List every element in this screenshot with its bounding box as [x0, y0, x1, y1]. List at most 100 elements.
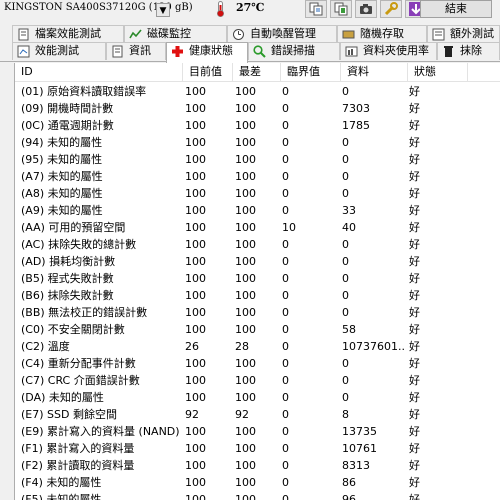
table-row[interactable]: (A8) 未知的屬性 100 100 0 0 好 — [15, 185, 500, 202]
worst-value: 100 — [235, 357, 256, 370]
camera-icon — [360, 4, 372, 14]
threshold-value: 0 — [282, 357, 289, 370]
attribute-id: (A8) 未知的屬性 — [21, 187, 103, 200]
info-icon — [112, 45, 123, 58]
current-value: 100 — [185, 204, 206, 217]
table-row[interactable]: (B5) 程式失敗計數 100 100 0 0 好 — [15, 270, 500, 287]
temperature-display: 27℃ — [210, 0, 280, 18]
threshold-value: 0 — [282, 85, 289, 98]
attribute-id: (09) 開機時間計數 — [21, 102, 114, 115]
table-row[interactable]: (C0) 不安全關閉計數 100 100 0 58 好 — [15, 321, 500, 338]
threshold-value: 0 — [282, 323, 289, 336]
current-value: 100 — [185, 187, 206, 200]
header-status[interactable]: 狀態 — [408, 63, 468, 82]
worst-value: 100 — [235, 425, 256, 438]
raw-data: 0 — [342, 85, 349, 98]
table-row[interactable]: (F1) 累計寫入的資料量 100 100 0 10761 好 — [15, 440, 500, 457]
table-row[interactable]: (95) 未知的屬性 100 100 0 0 好 — [15, 151, 500, 168]
table-row[interactable]: (E7) SSD 剩餘空間 92 92 0 8 好 — [15, 406, 500, 423]
threshold-value: 0 — [282, 442, 289, 455]
raw-data: 7303 — [342, 102, 370, 115]
table-row[interactable]: (0C) 通電週期計數 100 100 0 1785 好 — [15, 117, 500, 134]
worst-value: 100 — [235, 204, 256, 217]
tab-extra-tests[interactable]: 額外測試 — [427, 25, 500, 43]
table-row[interactable]: (AA) 可用的預留空間 100 100 10 40 好 — [15, 219, 500, 236]
status: 好 — [409, 187, 420, 200]
table-row[interactable]: (C7) CRC 介面錯誤計數 100 100 0 0 好 — [15, 372, 500, 389]
tab-health[interactable]: 健康狀態 — [166, 42, 248, 63]
erase-icon — [444, 46, 453, 57]
table-row[interactable]: (A7) 未知的屬性 100 100 0 0 好 — [15, 168, 500, 185]
folder-usage-icon — [345, 46, 358, 57]
current-value: 100 — [185, 238, 206, 251]
attribute-id: (F1) 累計寫入的資料量 — [21, 442, 135, 455]
toolbar: KINGSTON SA400S37120G (120 gB) ▼ 27℃ 結束 — [0, 0, 500, 20]
worst-value: 100 — [235, 493, 256, 500]
tab-error-scan[interactable]: 錯誤掃描 — [248, 42, 340, 60]
disk-monitor-icon — [129, 29, 142, 39]
threshold-value: 0 — [282, 391, 289, 404]
status: 好 — [409, 459, 420, 472]
tab-erase[interactable]: 抹除 — [437, 42, 500, 60]
header-current[interactable]: 目前值 — [183, 63, 233, 82]
tab-disk-monitor[interactable]: 磁碟監控 — [124, 25, 227, 43]
drive-dropdown-icon[interactable]: ▼ — [156, 3, 170, 17]
threshold-value: 0 — [282, 306, 289, 319]
threshold-value: 0 — [282, 170, 289, 183]
current-value: 92 — [185, 408, 199, 421]
screenshot-button[interactable] — [355, 0, 377, 18]
copy-all-button[interactable] — [330, 0, 352, 18]
tab-random-access[interactable]: 隨機存取 — [337, 25, 427, 43]
threshold-value: 10 — [282, 221, 296, 234]
header-raw[interactable]: 資料 — [341, 63, 408, 82]
thermometer-icon — [217, 1, 224, 17]
tab-file-benchmark[interactable]: 檔案效能測試 — [12, 25, 124, 43]
status: 好 — [409, 221, 420, 234]
current-value: 100 — [185, 221, 206, 234]
table-row[interactable]: (AD) 損耗均衡計數 100 100 0 0 好 — [15, 253, 500, 270]
tab-info[interactable]: 資訊 — [106, 42, 166, 60]
table-row[interactable]: (94) 未知的屬性 100 100 0 0 好 — [15, 134, 500, 151]
tab-benchmark[interactable]: 效能測試 — [12, 42, 106, 60]
attribute-id: (01) 原始資料讀取錯誤率 — [21, 85, 147, 98]
table-row[interactable]: (F4) 未知的屬性 100 100 0 86 好 — [15, 474, 500, 491]
attribute-id: (94) 未知的屬性 — [21, 136, 103, 149]
worst-value: 100 — [235, 306, 256, 319]
table-row[interactable]: (C4) 重新分配事件計數 100 100 0 0 好 — [15, 355, 500, 372]
table-row[interactable]: (E9) 累計寫入的資料量 (NAND) 100 100 0 13735 好 — [15, 423, 500, 440]
table-row[interactable]: (C2) 溫度 26 28 0 10737601... 好 — [15, 338, 500, 355]
raw-data: 1785 — [342, 119, 370, 132]
table-row[interactable]: (09) 開機時間計數 100 100 0 7303 好 — [15, 100, 500, 117]
table-row[interactable]: (A9) 未知的屬性 100 100 0 33 好 — [15, 202, 500, 219]
threshold-value: 0 — [282, 408, 289, 421]
current-value: 100 — [185, 153, 206, 166]
raw-data: 96 — [342, 493, 356, 500]
end-button[interactable]: 結束 — [420, 0, 492, 18]
header-worst[interactable]: 最差 — [233, 63, 281, 82]
table-row[interactable]: (DA) 未知的屬性 100 100 0 0 好 — [15, 389, 500, 406]
worst-value: 100 — [235, 238, 256, 251]
table-row[interactable]: (AC) 抹除失敗的總計數 100 100 0 0 好 — [15, 236, 500, 253]
worst-value: 28 — [235, 340, 249, 353]
table-row[interactable]: (F2) 累計讀取的資料量 100 100 0 8313 好 — [15, 457, 500, 474]
table-row[interactable]: (BB) 無法校正的錯誤計數 100 100 0 0 好 — [15, 304, 500, 321]
header-id[interactable]: ID — [15, 63, 183, 82]
health-cross-icon — [172, 46, 183, 57]
header-threshold[interactable]: 臨界值 — [281, 63, 341, 82]
current-value: 100 — [185, 136, 206, 149]
table-row[interactable]: (B6) 抹除失敗計數 100 100 0 0 好 — [15, 287, 500, 304]
copy-button[interactable] — [305, 0, 327, 18]
status: 好 — [409, 153, 420, 166]
raw-data: 10737601... — [342, 340, 404, 353]
attribute-id: (B6) 抹除失敗計數 — [21, 289, 114, 302]
attribute-id: (AC) 抹除失敗的總計數 — [21, 238, 137, 251]
table-row[interactable]: (01) 原始資料讀取錯誤率 100 100 0 0 好 — [15, 83, 500, 100]
worst-value: 100 — [235, 255, 256, 268]
tab-folder-usage[interactable]: 資料夾使用率 — [340, 42, 437, 60]
options-button[interactable] — [380, 0, 402, 18]
worst-value: 100 — [235, 153, 256, 166]
tab-auto-wake[interactable]: 自動喚醒管理 — [227, 25, 337, 43]
raw-data: 0 — [342, 136, 349, 149]
table-row[interactable]: (F5) 未知的屬性 100 100 0 96 好 — [15, 491, 500, 500]
threshold-value: 0 — [282, 187, 289, 200]
